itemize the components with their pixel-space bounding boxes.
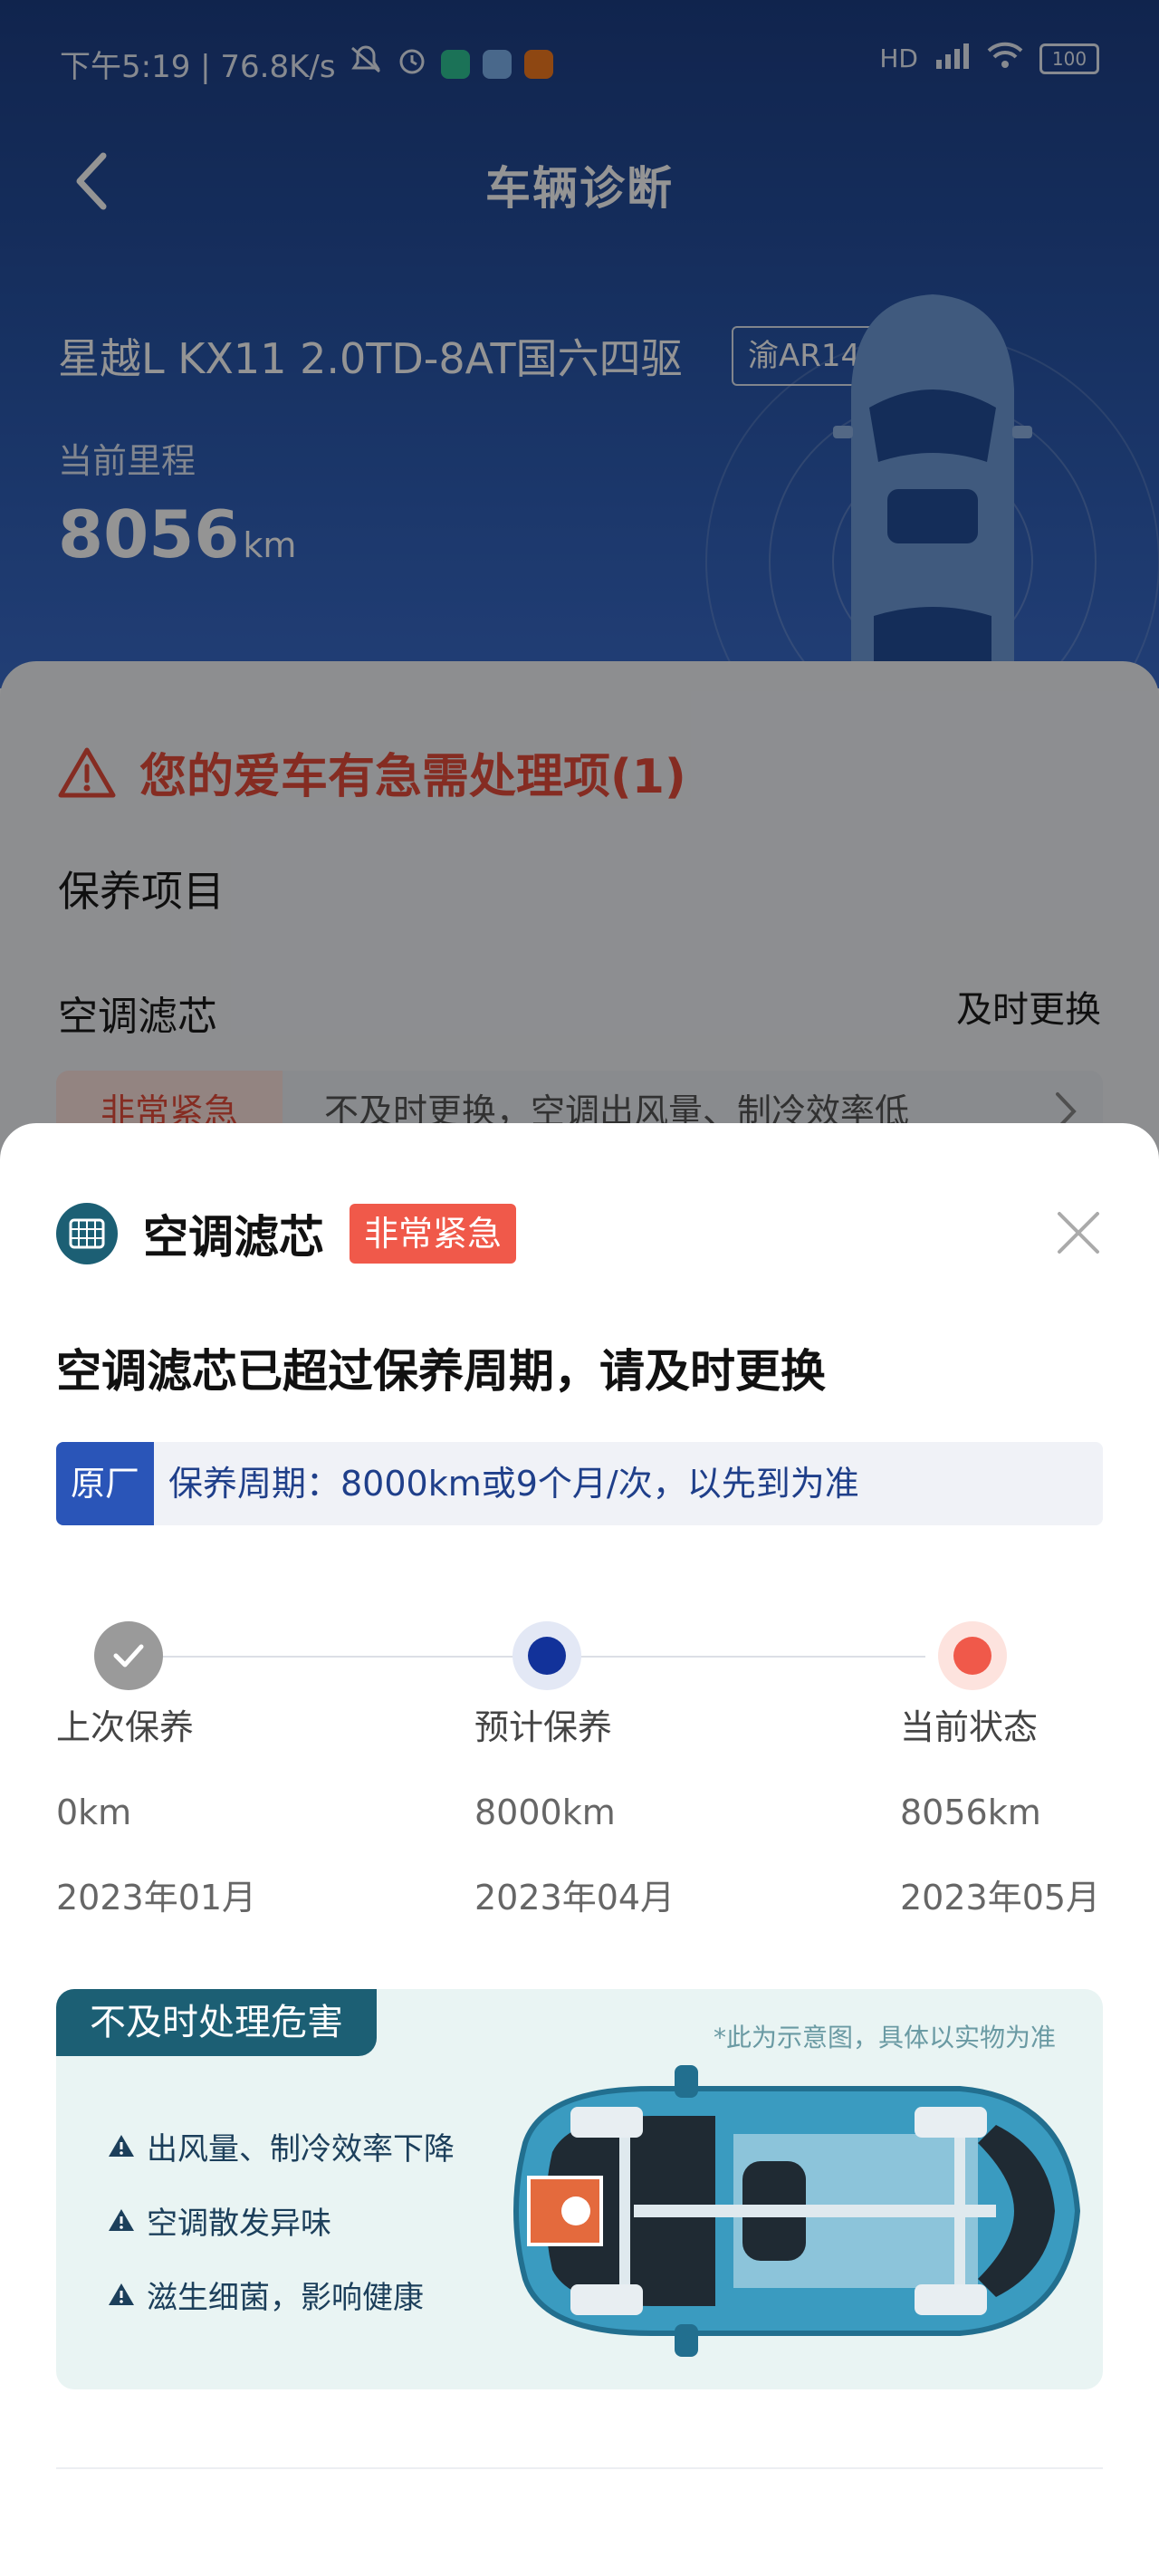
timeline-date: 2023年04月 [474, 1878, 675, 1918]
hazard-item: 空调散发异味 [107, 2183, 455, 2257]
timeline-last-maintenance: 上次保养 0km 2023年01月 [56, 1703, 256, 1922]
check-icon [94, 1621, 163, 1690]
timeline-label: 当前状态 [900, 1707, 1039, 1747]
timeline-date: 2023年05月 [900, 1878, 1101, 1918]
maintenance-cycle-text: 保养周期：8000km或9个月/次，以先到为准 [168, 1464, 859, 1504]
sheet-header: 空调滤芯 非常紧急 [56, 1201, 517, 1266]
hazard-item: 出风量、制冷效率下降 [107, 2109, 455, 2183]
timeline-label: 上次保养 [56, 1707, 195, 1747]
illustration-note: *此为示意图，具体以实物为准 [713, 2023, 1056, 2052]
air-filter-icon [56, 1203, 118, 1264]
hazard-text: 空调散发异味 [147, 2205, 331, 2242]
warning-icon [109, 2209, 134, 2231]
timeline-date: 2023年01月 [56, 1878, 257, 1918]
hazard-panel: 不及时处理危害 *此为示意图，具体以实物为准 出风量、制冷效率下降 空调散发异味… [56, 1989, 1103, 2389]
hazard-title: 不及时处理危害 [56, 1989, 377, 2056]
timeline-expected-maintenance: 预计保养 8000km 2023年04月 [474, 1703, 675, 1922]
hazard-text: 出风量、制冷效率下降 [147, 2130, 455, 2167]
divider [56, 2467, 1103, 2469]
timeline-label: 预计保养 [474, 1707, 613, 1747]
sheet-title: 空调滤芯 [143, 1211, 324, 1264]
current-dot-icon [938, 1621, 1007, 1690]
hazard-text: 滋生细菌，影响健康 [147, 2279, 424, 2316]
detail-sheet: 空调滤芯 非常紧急 空调滤芯已超过保养周期，请及时更换 原厂 保养周期：8000… [0, 1123, 1159, 2576]
close-icon [1058, 1212, 1099, 1254]
car-chassis-illustration [513, 2065, 1081, 2357]
expected-dot-icon [512, 1621, 581, 1690]
warning-icon [109, 2135, 134, 2157]
timeline-km: 8056km [900, 1793, 1041, 1832]
timeline-km: 0km [56, 1793, 132, 1832]
timeline-current-status: 当前状态 8056km 2023年05月 [900, 1703, 1100, 1922]
hazard-list: 出风量、制冷效率下降 空调散发异味 滋生细菌，影响健康 [107, 2109, 455, 2331]
close-button[interactable] [1054, 1208, 1103, 1257]
urgency-badge: 非常紧急 [350, 1204, 517, 1264]
hazard-item: 滋生细菌，影响健康 [107, 2257, 455, 2331]
maintenance-cycle-bar: 原厂 保养周期：8000km或9个月/次，以先到为准 [56, 1442, 1103, 1525]
warning-icon [109, 2283, 134, 2305]
oem-tag: 原厂 [56, 1442, 154, 1525]
sheet-subtitle: 空调滤芯已超过保养周期，请及时更换 [56, 1345, 826, 1398]
timeline-km: 8000km [474, 1793, 616, 1832]
